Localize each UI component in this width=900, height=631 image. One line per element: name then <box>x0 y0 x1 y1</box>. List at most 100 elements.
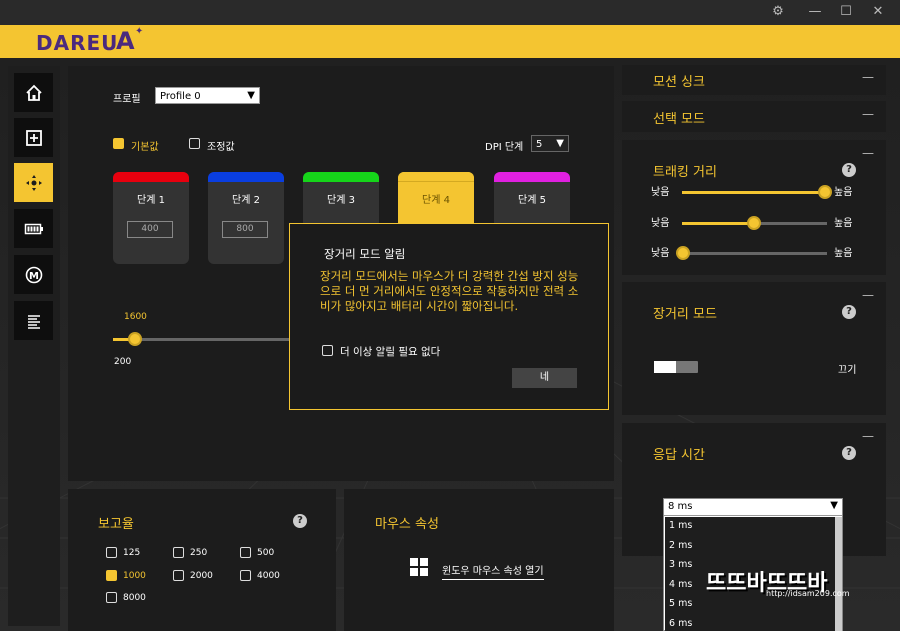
stage-name: 단계 5 <box>518 195 546 206</box>
help-icon[interactable]: ? <box>293 514 307 528</box>
rate-checkbox[interactable] <box>106 570 117 581</box>
response-time-title: 응답 시간 <box>653 448 705 463</box>
sparkle-icon: ✦ <box>135 26 144 37</box>
dpi-stage-value: 5 <box>536 139 543 150</box>
watermark-url: http://idsam209.com <box>766 589 850 598</box>
macro-icon: M <box>25 266 42 283</box>
default-mode-checkbox[interactable] <box>113 138 124 149</box>
rate-checkbox[interactable] <box>106 547 117 558</box>
collapse-icon[interactable]: — <box>862 107 874 121</box>
toggle-thumb <box>654 361 676 373</box>
plus-square-icon <box>25 129 42 146</box>
chevron-down-icon: ▼ <box>556 138 564 149</box>
response-time-option[interactable]: 3 ms <box>669 559 692 570</box>
collapse-icon[interactable]: — <box>862 146 874 160</box>
sidebar-item-macro[interactable]: M <box>14 255 53 294</box>
crosshair-icon <box>25 174 42 191</box>
polling-rate-title: 보고율 <box>98 517 134 532</box>
rate-label: 125 <box>123 548 141 558</box>
dialog-title: 장거리 모드 알림 <box>324 247 406 261</box>
rate-label: 4000 <box>257 571 280 581</box>
home-icon <box>25 84 42 101</box>
rate-label: 8000 <box>123 593 146 603</box>
stage-name: 단계 3 <box>327 195 355 206</box>
tracking-distance-panel: — 트래킹 거리 ? 낮음 높음 낮음 높음 낮음 높음 <box>622 140 886 275</box>
minimize-button[interactable]: — <box>805 3 825 21</box>
rate-checkbox[interactable] <box>240 547 251 558</box>
response-time-selected[interactable]: 8 ms ▼ <box>664 499 842 516</box>
tracking-slider-track[interactable] <box>682 252 827 255</box>
long-range-toggle[interactable] <box>654 361 698 373</box>
dont-show-again-label: 더 이상 알릴 필요 없다 <box>340 346 441 358</box>
watermark: 뜨뜨바뜨뜨바 http://idsam209.com <box>706 565 896 605</box>
long-range-notice-dialog: 장거리 모드 알림 장거리 모드에서는 마우스가 더 강력한 간섭 방지 성능으… <box>289 223 609 410</box>
rate-checkbox[interactable] <box>106 592 117 603</box>
sidebar-item-buttons[interactable] <box>14 118 53 157</box>
chevron-down-icon: ▼ <box>830 500 838 511</box>
rate-checkbox[interactable] <box>173 570 184 581</box>
long-range-state: 끄기 <box>838 365 857 376</box>
high-label: 높음 <box>834 218 853 229</box>
help-icon[interactable]: ? <box>842 446 856 460</box>
gear-icon[interactable]: ⚙ <box>768 3 788 21</box>
motion-sync-title: 모션 싱크 <box>653 75 705 90</box>
high-label: 높음 <box>834 248 853 259</box>
stage-color-strip <box>398 172 474 182</box>
rate-checkbox[interactable] <box>173 547 184 558</box>
response-time-option[interactable]: 4 ms <box>669 579 692 590</box>
profile-label: 프로필 <box>113 94 141 105</box>
rate-checkbox[interactable] <box>240 570 251 581</box>
stage-name: 단계 4 <box>422 195 450 206</box>
response-time-option[interactable]: 6 ms <box>669 618 692 629</box>
list-icon <box>27 314 40 329</box>
motion-sync-panel[interactable]: 모션 싱크 — <box>622 65 886 95</box>
sidebar: M <box>8 66 60 626</box>
rate-label: 1000 <box>123 571 146 581</box>
high-label: 높음 <box>834 187 853 198</box>
chevron-down-icon: ▼ <box>247 90 255 101</box>
collapse-icon[interactable]: — <box>862 70 874 84</box>
close-button[interactable]: ✕ <box>868 3 888 21</box>
tracking-slider-knob[interactable] <box>676 246 690 260</box>
stage-value[interactable]: 400 <box>127 221 173 238</box>
select-mode-panel[interactable]: 선택 모드 — <box>622 101 886 132</box>
polling-rate-panel: 보고율 ? 125 250 500 1000 2000 4000 8000 <box>68 489 336 631</box>
sidebar-item-power[interactable] <box>14 209 53 248</box>
maximize-button[interactable]: ☐ <box>836 3 856 21</box>
dpi-slider-knob[interactable] <box>128 332 142 346</box>
mouse-properties-panel: 마우스 속성 윈도우 마우스 속성 열기 <box>344 489 614 631</box>
mouse-properties-title: 마우스 속성 <box>375 517 439 532</box>
dpi-stage-card[interactable]: 단계 2 800 <box>208 172 284 264</box>
collapse-icon[interactable]: — <box>862 288 874 302</box>
help-icon[interactable]: ? <box>842 305 856 319</box>
response-time-value: 8 ms <box>668 501 693 512</box>
dpi-stage-select[interactable]: 5 ▼ <box>531 135 569 152</box>
tracking-slider-knob[interactable] <box>818 185 832 199</box>
dpi-stage-card[interactable]: 단계 1 400 <box>113 172 189 264</box>
windows-icon <box>410 558 428 576</box>
rate-label: 250 <box>190 548 208 558</box>
response-time-option[interactable]: 2 ms <box>669 540 692 551</box>
dont-show-again-checkbox[interactable] <box>322 345 333 356</box>
sidebar-item-dpi[interactable] <box>14 163 53 202</box>
collapse-icon[interactable]: — <box>862 429 874 443</box>
brand-logo: DAREU <box>36 31 119 55</box>
tracking-slider-fill <box>682 191 824 194</box>
help-icon[interactable]: ? <box>842 163 856 177</box>
response-time-option[interactable]: 1 ms <box>669 520 692 531</box>
sidebar-item-home[interactable] <box>14 73 53 112</box>
rate-label: 2000 <box>190 571 213 581</box>
tracking-distance-title: 트래킹 거리 <box>653 165 717 180</box>
stage-value[interactable]: 800 <box>222 221 268 238</box>
tracking-slider-knob[interactable] <box>747 216 761 230</box>
dpi-slider-min: 200 <box>114 357 132 367</box>
sidebar-item-settings[interactable] <box>14 301 53 340</box>
response-time-option[interactable]: 5 ms <box>669 598 692 609</box>
low-label: 낮음 <box>651 248 670 259</box>
ok-button[interactable]: 네 <box>512 368 577 388</box>
open-mouse-properties-link[interactable]: 윈도우 마우스 속성 열기 <box>442 562 544 580</box>
stage-color-strip <box>113 172 189 182</box>
custom-mode-checkbox[interactable] <box>189 138 200 149</box>
stage-name: 단계 2 <box>232 195 260 206</box>
profile-select[interactable]: Profile 0 ▼ <box>155 87 260 104</box>
